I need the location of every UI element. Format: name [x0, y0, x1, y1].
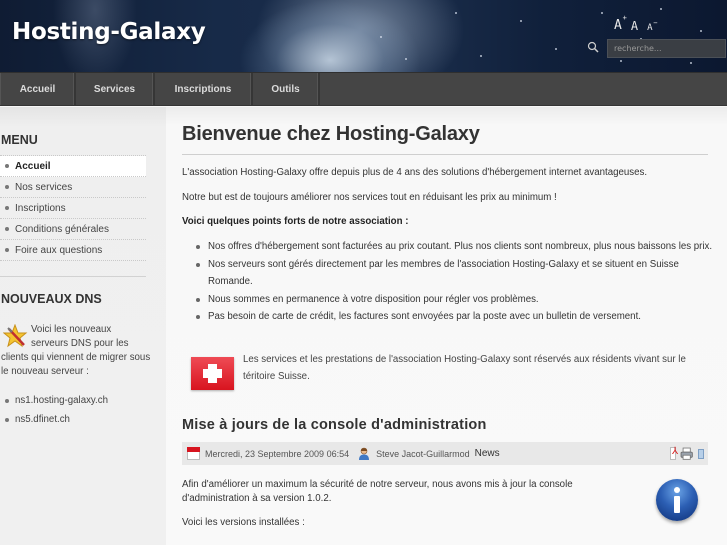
bullet-icon: [196, 297, 200, 302]
strength-item: Nos offres d'hébergement sont facturées …: [194, 238, 714, 256]
print-icon[interactable]: [680, 447, 694, 460]
search-icon: [587, 41, 599, 53]
nav-item-inscriptions[interactable]: Inscriptions: [155, 73, 253, 105]
article-body-versions: Voici les versions installées :: [182, 517, 305, 528]
strength-item: Nos serveurs sont gérés directement par …: [194, 256, 714, 291]
font-size-tools: A + A A −: [614, 14, 657, 33]
page-title: Bienvenue chez Hosting-Galaxy: [182, 123, 480, 145]
bullet-icon: [5, 417, 9, 422]
font-increase-button[interactable]: A +: [614, 14, 627, 33]
article-date: Mercredi, 23 Septembre 2009 06:54: [205, 448, 350, 459]
goal-text: Notre but est de toujours améliorer nos …: [182, 192, 557, 203]
dns-heading: NOUVEAUX DNS: [1, 292, 102, 306]
strength-item: Nous sommes en permanence à votre dispos…: [194, 291, 714, 309]
title-divider: [182, 154, 708, 155]
bullet-icon: [196, 315, 200, 319]
font-reset-button[interactable]: A: [631, 19, 638, 33]
sidebar-item-accueil[interactable]: Accueil: [0, 156, 146, 177]
article-tools: [670, 446, 705, 460]
dns-description: Voici les nouveaux serveurs DNS pour les…: [1, 324, 151, 377]
bullet-icon: [5, 164, 9, 168]
main-content: Bienvenue chez Hosting-Galaxy L'associat…: [166, 107, 727, 545]
sidebar-item-nos-services[interactable]: Nos services: [0, 177, 146, 198]
swiss-flag-icon: [191, 357, 234, 390]
email-icon[interactable]: [697, 449, 705, 459]
nav-item-accueil[interactable]: Accueil: [0, 73, 76, 105]
article-body: Afin d'améliorer un maximum la sécurité …: [182, 479, 573, 504]
dns-server-item: ns5.dfinet.ch: [5, 410, 108, 429]
menu-heading: MENU: [1, 133, 38, 147]
star-tools-icon: [3, 324, 28, 348]
sidebar-item-inscriptions[interactable]: Inscriptions: [0, 198, 146, 219]
sidebar-divider: [0, 276, 146, 277]
swiss-notice: Les services et les prestations de l'ass…: [243, 354, 686, 382]
pdf-icon[interactable]: [670, 446, 679, 460]
bullet-icon: [5, 248, 9, 252]
strengths-list: Nos offres d'hébergement sont facturées …: [194, 238, 714, 326]
bullet-icon: [5, 398, 9, 403]
site-header: Hosting-Galaxy A + A A −: [0, 0, 727, 72]
bullet-icon: [5, 185, 9, 189]
strengths-heading: Voici quelques points forts de notre ass…: [182, 216, 409, 227]
sidebar-item-conditions[interactable]: Conditions générales: [0, 219, 146, 240]
sidebar-item-faq[interactable]: Foire aux questions: [0, 240, 146, 261]
user-icon: [359, 447, 370, 460]
article-author: Steve Jacot-Guillarmod: [376, 448, 470, 459]
bullet-icon: [196, 245, 200, 249]
calendar-icon: [187, 447, 200, 460]
article-title[interactable]: Mise à jours de la console d'administrat…: [182, 417, 487, 433]
nav-item-outils[interactable]: Outils: [253, 73, 320, 105]
search-input[interactable]: [607, 39, 726, 58]
font-decrease-button[interactable]: A −: [647, 19, 657, 33]
bullet-icon: [196, 262, 200, 267]
main-nav: Accueil Services Inscriptions Outils: [0, 72, 727, 106]
nav-item-services[interactable]: Services: [76, 73, 155, 105]
strength-item: Pas besoin de carte de crédit, les factu…: [194, 308, 714, 326]
dns-server-item: ns1.hosting-galaxy.ch: [5, 391, 108, 410]
article-meta: Mercredi, 23 Septembre 2009 06:54 Steve …: [182, 442, 708, 465]
sidebar-menu: Accueil Nos services Inscriptions Condit…: [0, 155, 146, 261]
bullet-icon: [5, 227, 9, 231]
dns-server-list: ns1.hosting-galaxy.ch ns5.dfinet.ch: [5, 391, 108, 429]
sidebar: MENU Accueil Nos services Inscriptions C…: [0, 107, 166, 545]
bullet-icon: [5, 206, 9, 210]
article-category[interactable]: News: [475, 448, 500, 459]
intro-text: L'association Hosting-Galaxy offre depui…: [182, 167, 648, 178]
info-icon: [656, 479, 698, 521]
site-logo[interactable]: Hosting-Galaxy: [12, 19, 206, 45]
